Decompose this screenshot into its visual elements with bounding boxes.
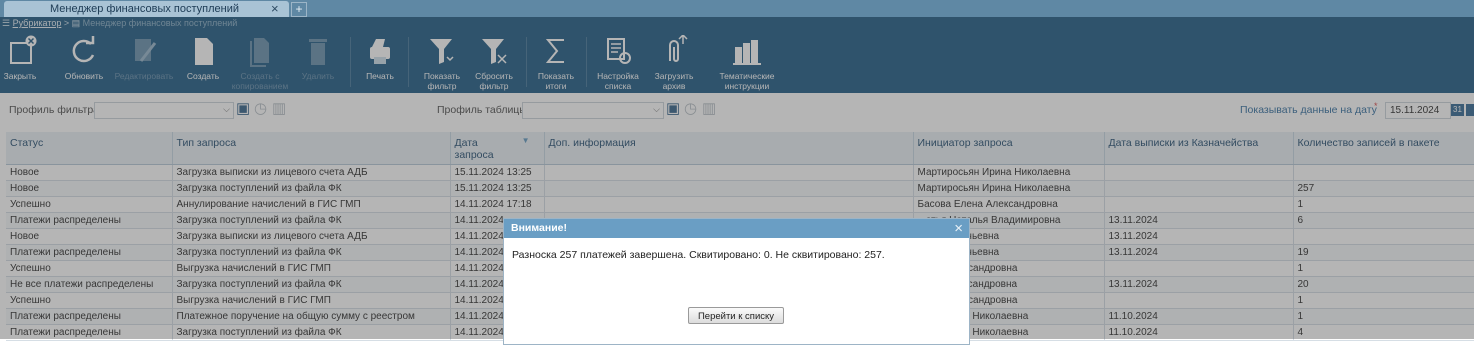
dialog-close-icon[interactable]: × — [954, 219, 963, 238]
alert-dialog: Внимание! × Разноска 257 платежей заверш… — [503, 218, 970, 345]
tab-financial-manager[interactable]: Менеджер финансовых поступлений × — [4, 1, 289, 17]
go-to-list-button[interactable]: Перейти к списку — [688, 307, 784, 324]
dialog-message: Разноска 257 платежей завершена. Сквитир… — [512, 249, 885, 261]
dialog-header: Внимание! × — [504, 219, 969, 238]
tab-title: Менеджер финансовых поступлений — [50, 3, 240, 15]
dialog-title: Внимание! — [511, 222, 567, 234]
tab-bar: Менеджер финансовых поступлений × + — [0, 0, 1474, 17]
tab-close-icon[interactable]: × — [271, 1, 279, 16]
new-tab-button[interactable]: + — [291, 2, 307, 17]
